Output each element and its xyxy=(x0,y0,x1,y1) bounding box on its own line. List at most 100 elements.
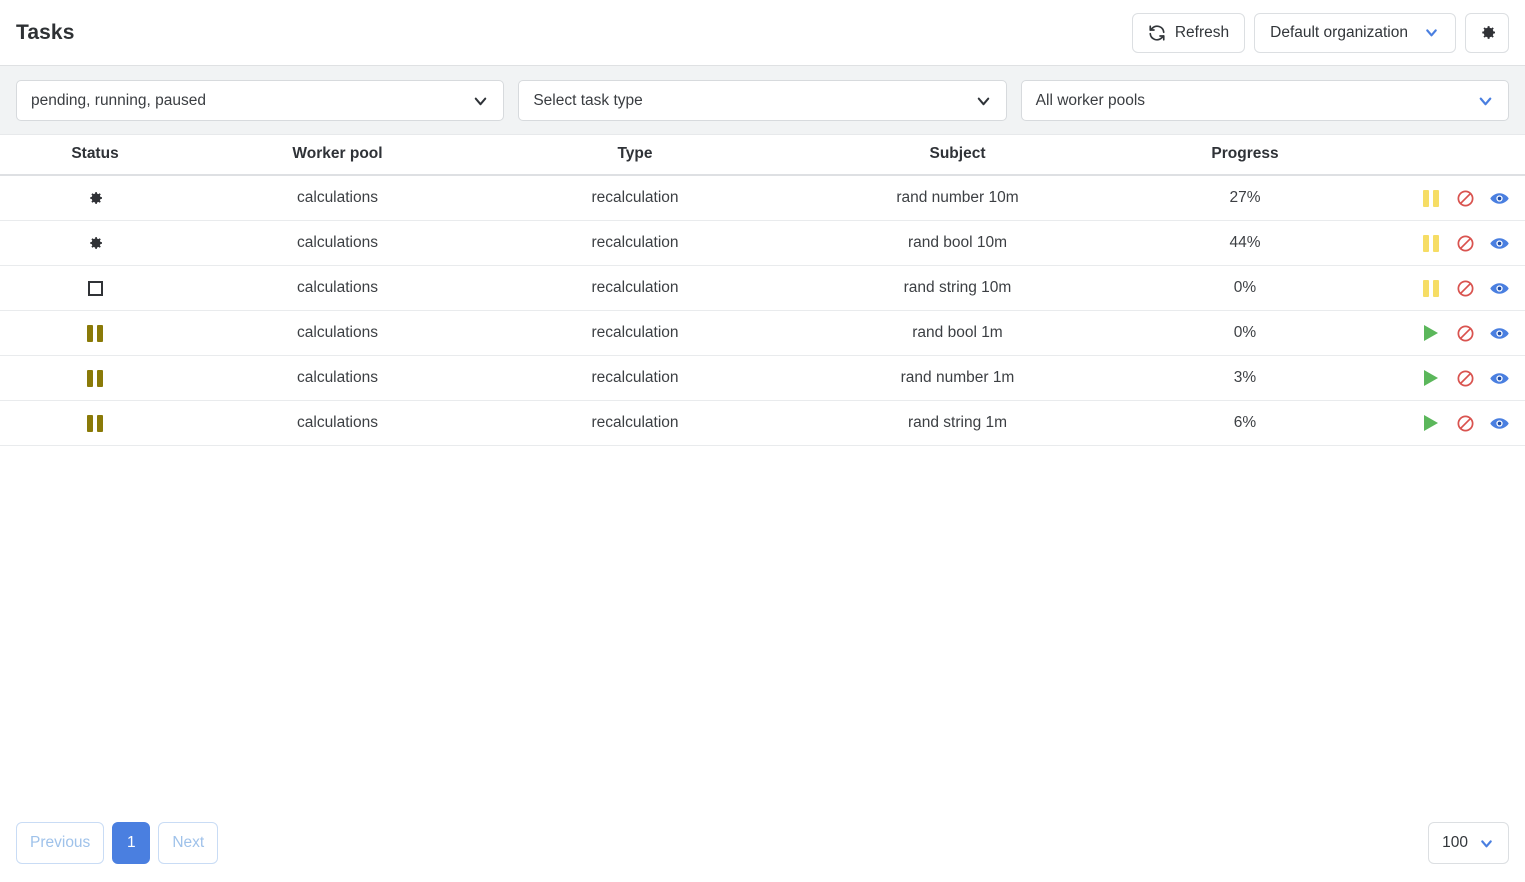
cell-type: recalculation xyxy=(485,400,785,446)
no-entry-icon[interactable] xyxy=(1456,369,1475,388)
row-actions xyxy=(1360,323,1525,343)
pause-icon[interactable] xyxy=(1423,189,1439,207)
eye-icon[interactable] xyxy=(1489,233,1510,254)
refresh-icon xyxy=(1148,24,1166,42)
cell-subject: rand string 1m xyxy=(785,400,1130,446)
view-task-button[interactable] xyxy=(1489,413,1509,433)
refresh-button[interactable]: Refresh xyxy=(1131,12,1246,53)
square-icon xyxy=(87,280,103,296)
row-actions xyxy=(1360,188,1525,208)
table-row[interactable]: calculations recalculation rand number 1m 3… xyxy=(0,355,1525,401)
table-row[interactable]: calculations recalculation rand string 1m 6… xyxy=(0,400,1525,446)
pause-icon[interactable] xyxy=(1423,279,1439,297)
cancel-task-button[interactable] xyxy=(1455,188,1475,208)
header-actions: Refresh Default organization xyxy=(1131,12,1509,53)
organization-dropdown[interactable]: Default organization xyxy=(1254,12,1456,53)
cell-status xyxy=(0,220,190,266)
cell-type: recalculation xyxy=(485,175,785,221)
table-row[interactable]: calculations recalculation rand string 10m… xyxy=(0,265,1525,311)
no-entry-icon[interactable] xyxy=(1456,189,1475,208)
page-button-1[interactable]: 1 xyxy=(112,822,151,864)
table-row[interactable]: calculations recalculation rand number 10m… xyxy=(0,175,1525,221)
cancel-task-button[interactable] xyxy=(1455,368,1475,388)
eye-icon[interactable] xyxy=(1489,413,1510,434)
refresh-label: Refresh xyxy=(1174,23,1230,41)
task-type-filter-value: Select task type xyxy=(533,91,643,109)
table-header: Status Worker pool Type Subject Progress xyxy=(0,135,1525,176)
status-indicator-running xyxy=(0,189,190,207)
cell-progress: 27% xyxy=(1130,175,1360,221)
cell-subject: rand bool 1m xyxy=(785,310,1130,356)
cell-type: recalculation xyxy=(485,220,785,266)
column-header-type: Type xyxy=(485,135,785,176)
column-header-progress: Progress xyxy=(1130,135,1360,176)
view-task-button[interactable] xyxy=(1489,368,1509,388)
resume-task-button[interactable] xyxy=(1421,413,1441,433)
settings-button[interactable] xyxy=(1465,12,1509,53)
status-filter-select[interactable]: pending, running, paused xyxy=(16,80,505,121)
cell-type: recalculation xyxy=(485,355,785,401)
previous-page-button[interactable]: Previous xyxy=(16,822,105,864)
chevron-down-icon xyxy=(471,91,490,110)
cancel-task-button[interactable] xyxy=(1455,413,1475,433)
play-icon[interactable] xyxy=(1424,415,1438,431)
status-indicator-pending xyxy=(0,280,190,296)
cell-subject: rand string 10m xyxy=(785,265,1130,311)
row-actions xyxy=(1360,233,1525,253)
cell-status xyxy=(0,355,190,401)
task-type-filter-select[interactable]: Select task type xyxy=(518,80,1007,121)
play-icon[interactable] xyxy=(1424,325,1438,341)
tasks-table-container: Status Worker pool Type Subject Progress… xyxy=(0,134,1525,807)
view-task-button[interactable] xyxy=(1489,188,1509,208)
cell-type: recalculation xyxy=(485,310,785,356)
view-task-button[interactable] xyxy=(1489,278,1509,298)
column-header-subject: Subject xyxy=(785,135,1130,176)
play-icon[interactable] xyxy=(1424,370,1438,386)
eye-icon[interactable] xyxy=(1489,278,1510,299)
pause-task-button[interactable] xyxy=(1421,188,1441,208)
no-entry-icon[interactable] xyxy=(1456,234,1475,253)
cancel-task-button[interactable] xyxy=(1455,278,1475,298)
cell-progress: 3% xyxy=(1130,355,1360,401)
resume-task-button[interactable] xyxy=(1421,323,1441,343)
eye-icon[interactable] xyxy=(1489,323,1510,344)
worker-pool-filter-value: All worker pools xyxy=(1035,91,1146,109)
cell-progress: 0% xyxy=(1130,265,1360,311)
page-size-value: 100 xyxy=(1442,834,1468,851)
no-entry-icon[interactable] xyxy=(1456,279,1475,298)
cell-status xyxy=(0,265,190,311)
eye-icon[interactable] xyxy=(1489,188,1510,209)
eye-icon[interactable] xyxy=(1489,368,1510,389)
page-size-select[interactable]: 100 xyxy=(1428,822,1509,864)
pause-task-button[interactable] xyxy=(1421,233,1441,253)
gear-icon xyxy=(86,189,104,207)
pause-icon xyxy=(87,324,103,342)
gear-icon xyxy=(86,234,104,252)
filter-bar: pending, running, paused Select task typ… xyxy=(0,66,1525,134)
status-indicator-paused xyxy=(0,324,190,342)
pause-task-button[interactable] xyxy=(1421,278,1441,298)
no-entry-icon[interactable] xyxy=(1456,324,1475,343)
worker-pool-filter-select[interactable]: All worker pools xyxy=(1020,80,1509,121)
cell-status xyxy=(0,400,190,446)
column-header-actions xyxy=(1360,135,1525,176)
cell-actions xyxy=(1360,400,1525,446)
row-actions xyxy=(1360,368,1525,388)
view-task-button[interactable] xyxy=(1489,323,1509,343)
pause-icon[interactable] xyxy=(1423,234,1439,252)
resume-task-button[interactable] xyxy=(1421,368,1441,388)
cell-subject: rand number 10m xyxy=(785,175,1130,221)
table-footer: Previous 1 Next 100 xyxy=(0,807,1525,882)
table-header-row: Status Worker pool Type Subject Progress xyxy=(0,135,1525,176)
table-row[interactable]: calculations recalculation rand bool 10m 44… xyxy=(0,220,1525,266)
cancel-task-button[interactable] xyxy=(1455,233,1475,253)
cell-status xyxy=(0,310,190,356)
chevron-down-icon xyxy=(974,91,993,110)
table-row[interactable]: calculations recalculation rand bool 1m 0% xyxy=(0,310,1525,356)
next-page-button[interactable]: Next xyxy=(158,822,219,864)
cell-actions xyxy=(1360,175,1525,221)
cell-worker-pool: calculations xyxy=(190,310,485,356)
no-entry-icon[interactable] xyxy=(1456,414,1475,433)
view-task-button[interactable] xyxy=(1489,233,1509,253)
cancel-task-button[interactable] xyxy=(1455,323,1475,343)
